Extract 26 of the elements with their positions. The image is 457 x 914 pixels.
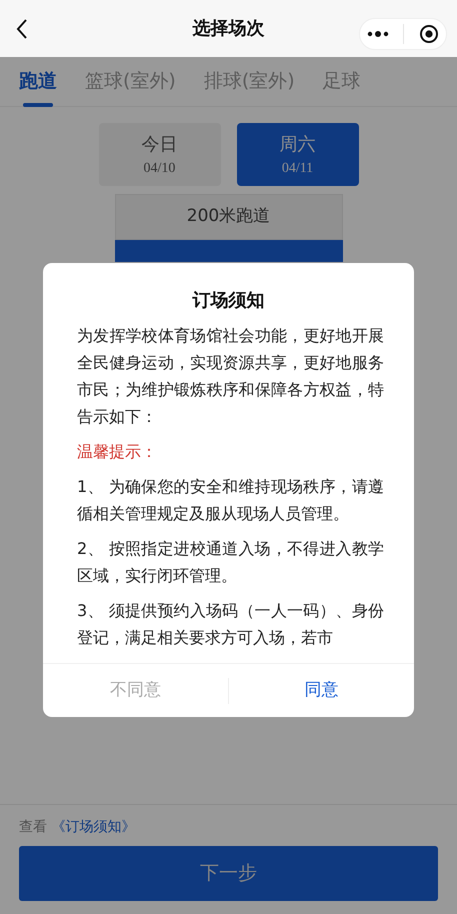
notice-prefix: 查看	[19, 819, 48, 835]
more-icon[interactable]	[367, 31, 390, 37]
notice-link[interactable]: 《订场须知》	[51, 819, 136, 835]
notice-paragraph: 为发挥学校体育场馆社会功能，更好地开展全民健身运动，实现资源共享，更好地服务市民；为维护锻炼秩序和保障各方权益，特告示如下：	[77, 325, 384, 428]
warning-heading: 温馨提示：	[77, 441, 158, 463]
date-card[interactable]: 今日 04/10	[98, 123, 220, 186]
target-icon[interactable]	[418, 24, 439, 44]
agree-button[interactable]: 同意	[229, 664, 414, 717]
category-tab[interactable]: 排球(室外)	[204, 56, 295, 106]
date-label: 04/10	[144, 160, 176, 178]
back-icon[interactable]	[16, 19, 28, 39]
day-label: 今日	[142, 132, 178, 156]
date-card[interactable]: 周六 04/11	[236, 123, 358, 186]
day-label: 周六	[280, 132, 316, 156]
next-step-button[interactable]: 下一步	[19, 846, 438, 901]
notice-paragraph: 3、 须提供预约入场码（一人一码）、身份登记，满足相关要求方可入场，若市	[77, 600, 384, 649]
date-label: 04/11	[282, 160, 314, 178]
category-tab[interactable]: 跑道	[19, 56, 57, 106]
venue-header: 200米跑道	[114, 194, 342, 240]
category-tab[interactable]: 足球	[322, 56, 361, 106]
dialog-title: 订场须知	[192, 289, 264, 313]
disagree-button[interactable]: 不同意	[43, 664, 228, 717]
notice-paragraph: 2、 按照指定进校通道入场，不得进入教学区域，实行闭环管理。	[77, 538, 384, 587]
notice-paragraph: 1、 为确保您的安全和维持现场秩序，请遵循相关管理规定及服从现场人员管理。	[77, 476, 384, 525]
page-title: 选择场次	[192, 17, 264, 41]
category-tab[interactable]: 篮球(室外)	[85, 56, 176, 106]
